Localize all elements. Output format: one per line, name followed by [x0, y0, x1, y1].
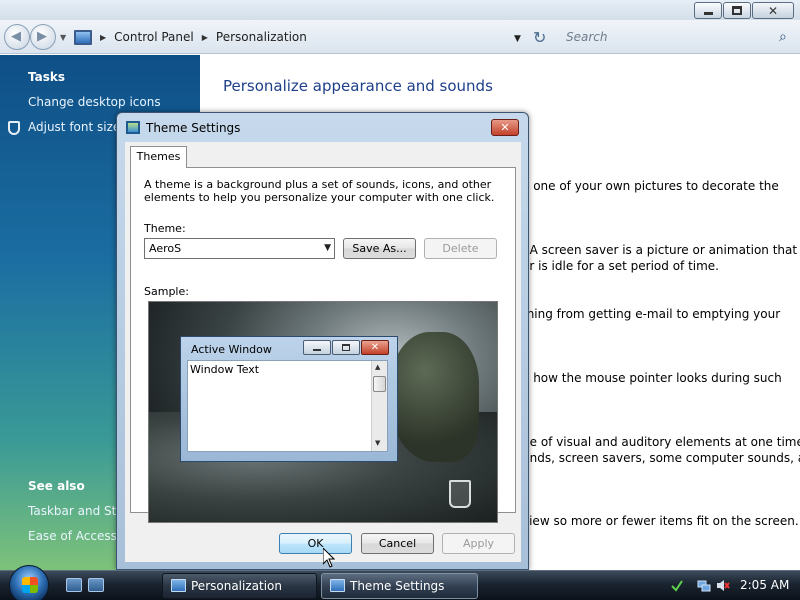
sample-wallpaper-island [389, 332, 479, 462]
breadcrumb-control-panel[interactable]: Control Panel [114, 30, 194, 44]
forward-button[interactable]: ▶ [30, 24, 56, 50]
desc-theme: ge of visual and auditory elements at on… [522, 435, 800, 449]
ok-button[interactable]: OK [279, 533, 352, 554]
theme-settings-icon [126, 121, 140, 134]
theme-sample-preview: Active Window ✕ Window Text ▲ ▼ [148, 301, 498, 523]
task-change-desktop-icons[interactable]: Change desktop icons [28, 95, 161, 109]
sample-close-button: ✕ [361, 340, 389, 355]
theme-select[interactable]: AeroS ▼ [144, 238, 335, 259]
window-controls: ✕ [693, 2, 794, 19]
security-tray-icon[interactable] [670, 579, 684, 592]
forward-arrow-icon: ▶ [37, 29, 47, 44]
dialog-body: Themes A theme is a background plus a se… [125, 142, 521, 562]
control-panel-icon [171, 579, 186, 592]
minimize-icon [703, 12, 713, 15]
shield-icon [8, 121, 20, 135]
theme-settings-dialog: Theme Settings ✕ Themes A theme is a bac… [116, 112, 529, 570]
chevron-right-icon[interactable]: ▶ [100, 33, 106, 42]
desc-sounds: thing from getting e-mail to emptying yo… [522, 307, 781, 321]
desc-theme-2: unds, screen savers, some computer sound… [522, 451, 800, 465]
dialog-close-button[interactable]: ✕ [491, 119, 519, 136]
switch-windows-icon[interactable] [66, 578, 82, 592]
address-dropdown-icon[interactable]: ▼ [514, 34, 521, 44]
maximize-button[interactable] [723, 2, 751, 19]
dialog-title: Theme Settings [146, 121, 241, 135]
taskbar-theme-settings-label: Theme Settings [350, 579, 445, 593]
cancel-button[interactable]: Cancel [361, 533, 434, 554]
tab-themes[interactable]: Themes [130, 146, 187, 168]
taskbar-theme-settings[interactable]: Theme Settings [321, 573, 478, 599]
taskbar: Personalization Theme Settings 2:05 AM [0, 565, 800, 600]
sample-minimize-button [303, 340, 331, 355]
theme-label: Theme: [144, 222, 186, 235]
maximize-icon [342, 344, 350, 351]
mouse-cursor-icon [323, 548, 335, 568]
volume-muted-tray-icon[interactable] [716, 579, 730, 592]
theme-settings-icon [330, 579, 345, 592]
control-panel-icon [74, 29, 92, 45]
search-icon[interactable]: ⌕ [779, 29, 787, 45]
desc-desktop-background: e one of your own pictures to decorate t… [522, 179, 779, 193]
start-button[interactable] [9, 565, 49, 600]
network-tray-icon[interactable] [697, 579, 711, 592]
taskbar-personalization-label: Personalization [191, 579, 282, 593]
save-as-button[interactable]: Save As... [343, 238, 416, 259]
close-icon: ✕ [500, 121, 510, 134]
chevron-right-icon[interactable]: ▶ [202, 33, 208, 42]
minimize-button[interactable] [694, 2, 722, 19]
sample-window-title: Active Window [191, 343, 272, 356]
see-also-heading: See also [28, 479, 85, 493]
tasks-heading: Tasks [28, 70, 66, 84]
sample-maximize-button [332, 340, 360, 355]
sample-window-body: Window Text ▲ ▼ [187, 360, 388, 452]
back-button[interactable]: ◀ [4, 24, 30, 50]
sample-scrollbar: ▲ ▼ [371, 361, 387, 451]
dropdown-arrow-icon: ▼ [324, 243, 331, 253]
see-also-ease-of-access[interactable]: Ease of Access [28, 529, 117, 543]
theme-select-value: AeroS [149, 242, 182, 255]
maximize-icon [732, 6, 742, 15]
back-arrow-icon: ◀ [11, 29, 21, 44]
sample-active-window: Active Window ✕ Window Text ▲ ▼ [180, 336, 398, 462]
scroll-down-icon: ▼ [375, 439, 381, 447]
show-desktop-icon[interactable] [88, 578, 104, 592]
scroll-up-icon: ▲ [375, 363, 381, 371]
close-icon: ✕ [767, 3, 779, 18]
clock[interactable]: 2:05 AM [740, 578, 789, 592]
scroll-thumb [373, 376, 386, 392]
search-input[interactable] [558, 26, 796, 48]
sample-window-controls: ✕ [302, 340, 389, 355]
desc-display-settings: view so more or fewer items fit on the s… [522, 514, 799, 528]
breadcrumb-personalization[interactable]: Personalization [216, 30, 307, 44]
desc-screen-saver: . A screen saver is a picture or animati… [522, 243, 798, 257]
window-titlebar: ✕ [0, 0, 800, 22]
delete-button[interactable]: Delete [424, 238, 497, 259]
apply-button[interactable]: Apply [442, 533, 515, 554]
recent-pages-dropdown-icon[interactable]: ▼ [60, 33, 66, 42]
breadcrumb[interactable]: ▶ Control Panel ▶ Personalization [74, 25, 528, 49]
windows-logo-icon [22, 577, 38, 593]
address-bar: ◀ ▶ ▼ ▶ Control Panel ▶ Personalization … [0, 20, 800, 54]
desc-mouse-pointers: e how the mouse pointer looks during suc… [522, 371, 782, 385]
sample-label: Sample: [144, 285, 189, 298]
close-icon: ✕ [370, 341, 380, 353]
minimize-icon [313, 349, 321, 351]
themes-tab-panel: A theme is a background plus a set of so… [130, 167, 516, 523]
theme-description: A theme is a background plus a set of so… [144, 178, 495, 204]
recycle-bin-icon [449, 480, 471, 508]
taskbar-personalization[interactable]: Personalization [162, 573, 317, 599]
close-button[interactable]: ✕ [752, 2, 794, 19]
desc-screen-saver-2: er is idle for a set period of time. [522, 259, 719, 273]
sample-window-text: Window Text [190, 363, 260, 376]
page-title: Personalize appearance and sounds [223, 77, 493, 95]
refresh-icon[interactable]: ↻ [533, 28, 546, 47]
